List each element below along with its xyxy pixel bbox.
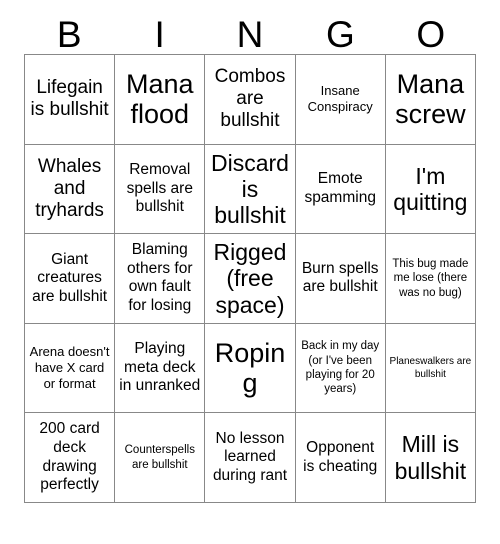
bingo-cell-r1c5[interactable]: Mana screw [385,55,476,145]
bingo-cell-text: Insane Conspiracy [307,83,373,115]
bingo-cell-text: Playing meta deck in unranked [119,340,201,395]
bingo-cell-text: Mana flood [126,69,194,130]
bingo-cell-text: Whales and tryhards [35,155,104,221]
bingo-cell-r2c4[interactable]: Emote spamming [295,144,386,235]
header-letter-o: O [416,13,446,55]
bingo-cell-r5c5[interactable]: Mill is bullshit [385,413,476,503]
bingo-cell-free-space[interactable]: Rigged (free space) [205,234,296,324]
bingo-cell-text: Mana screw [395,69,466,130]
bingo-cell-text: Blaming others for own fault for losing [127,241,193,315]
bingo-cell-r1c4[interactable]: Insane Conspiracy [295,55,386,145]
bingo-cell-text: Rigged (free space) [213,239,287,318]
bingo-cell-r4c2[interactable]: Playing meta deck in unranked [115,323,206,414]
bingo-cell-text: Planeswalkers are bullshit [389,356,472,381]
bingo-cell-text: Discard is bullshit [211,149,289,228]
bingo-cell-r2c1[interactable]: Whales and tryhards [25,144,116,235]
bingo-cell-text: Mill is bullshit [394,431,467,484]
header-letter-g: G [326,13,355,55]
bingo-cell-r3c2[interactable]: Blaming others for own fault for losing [115,234,206,324]
bingo-header-row: B I N G O [24,0,476,54]
bingo-cell-r3c4[interactable]: Burn spells are bullshit [295,234,386,324]
header-letter-n: N [236,13,264,55]
bingo-cell-r5c4[interactable]: Opponent is cheating [295,413,386,503]
bingo-cell-text: Burn spells are bullshit [301,259,379,296]
bingo-cell-r1c3[interactable]: Combos are bullshit [205,55,296,145]
bingo-cell-text: I'm quitting [393,162,468,215]
bingo-cell-text: Giant creatures are bullshit [32,250,108,305]
bingo-cell-text: Arena doesn't have X card or format [29,344,110,391]
bingo-cell-text: 200 card deck drawing perfectly [39,420,100,494]
bingo-cell-r5c3[interactable]: No lesson learned during rant [205,413,296,503]
bingo-cell-r4c3[interactable]: Roping [205,323,296,414]
bingo-cell-r2c2[interactable]: Removal spells are bullshit [115,144,206,235]
bingo-cell-text: Combos are bullshit [214,66,286,132]
bingo-cell-r5c1[interactable]: 200 card deck drawing perfectly [25,413,116,503]
bingo-cell-r4c1[interactable]: Arena doesn't have X card or format [25,323,116,414]
bingo-cell-r2c5[interactable]: I'm quitting [385,144,476,235]
bingo-cell-r2c3[interactable]: Discard is bullshit [205,144,296,235]
bingo-cell-text: Removal spells are bullshit [126,161,193,216]
bingo-cell-text: Emote spamming [304,170,376,206]
bingo-cell-text: Counterspells are bullshit [124,444,195,471]
bingo-cell-r4c5[interactable]: Planeswalkers are bullshit [385,323,476,414]
bingo-cell-r3c5[interactable]: This bug made me lose (there was no bug) [385,234,476,324]
bingo-card: B I N G O Lifegain is bullshit Mana floo… [0,0,500,544]
bingo-cell-text: This bug made me lose (there was no bug) [392,257,469,299]
bingo-cell-text: No lesson learned during rant [212,429,288,484]
bingo-cell-r4c4[interactable]: Back in my day (or I've been playing for… [295,323,386,414]
bingo-grid: Lifegain is bullshit Mana flood Combos a… [24,54,476,503]
bingo-cell-text: Opponent is cheating [303,439,378,475]
bingo-cell-text: Back in my day (or I've been playing for… [301,340,380,396]
bingo-cell-r1c1[interactable]: Lifegain is bullshit [25,55,116,145]
bingo-cell-r1c2[interactable]: Mana flood [115,55,206,145]
bingo-cell-text: Roping [214,337,286,399]
header-letter-b: B [56,13,82,55]
header-letter-i: I [154,13,165,55]
bingo-cell-text: Lifegain is bullshit [30,77,109,121]
bingo-cell-r3c1[interactable]: Giant creatures are bullshit [25,234,116,324]
bingo-cell-r5c2[interactable]: Counterspells are bullshit [115,413,206,503]
